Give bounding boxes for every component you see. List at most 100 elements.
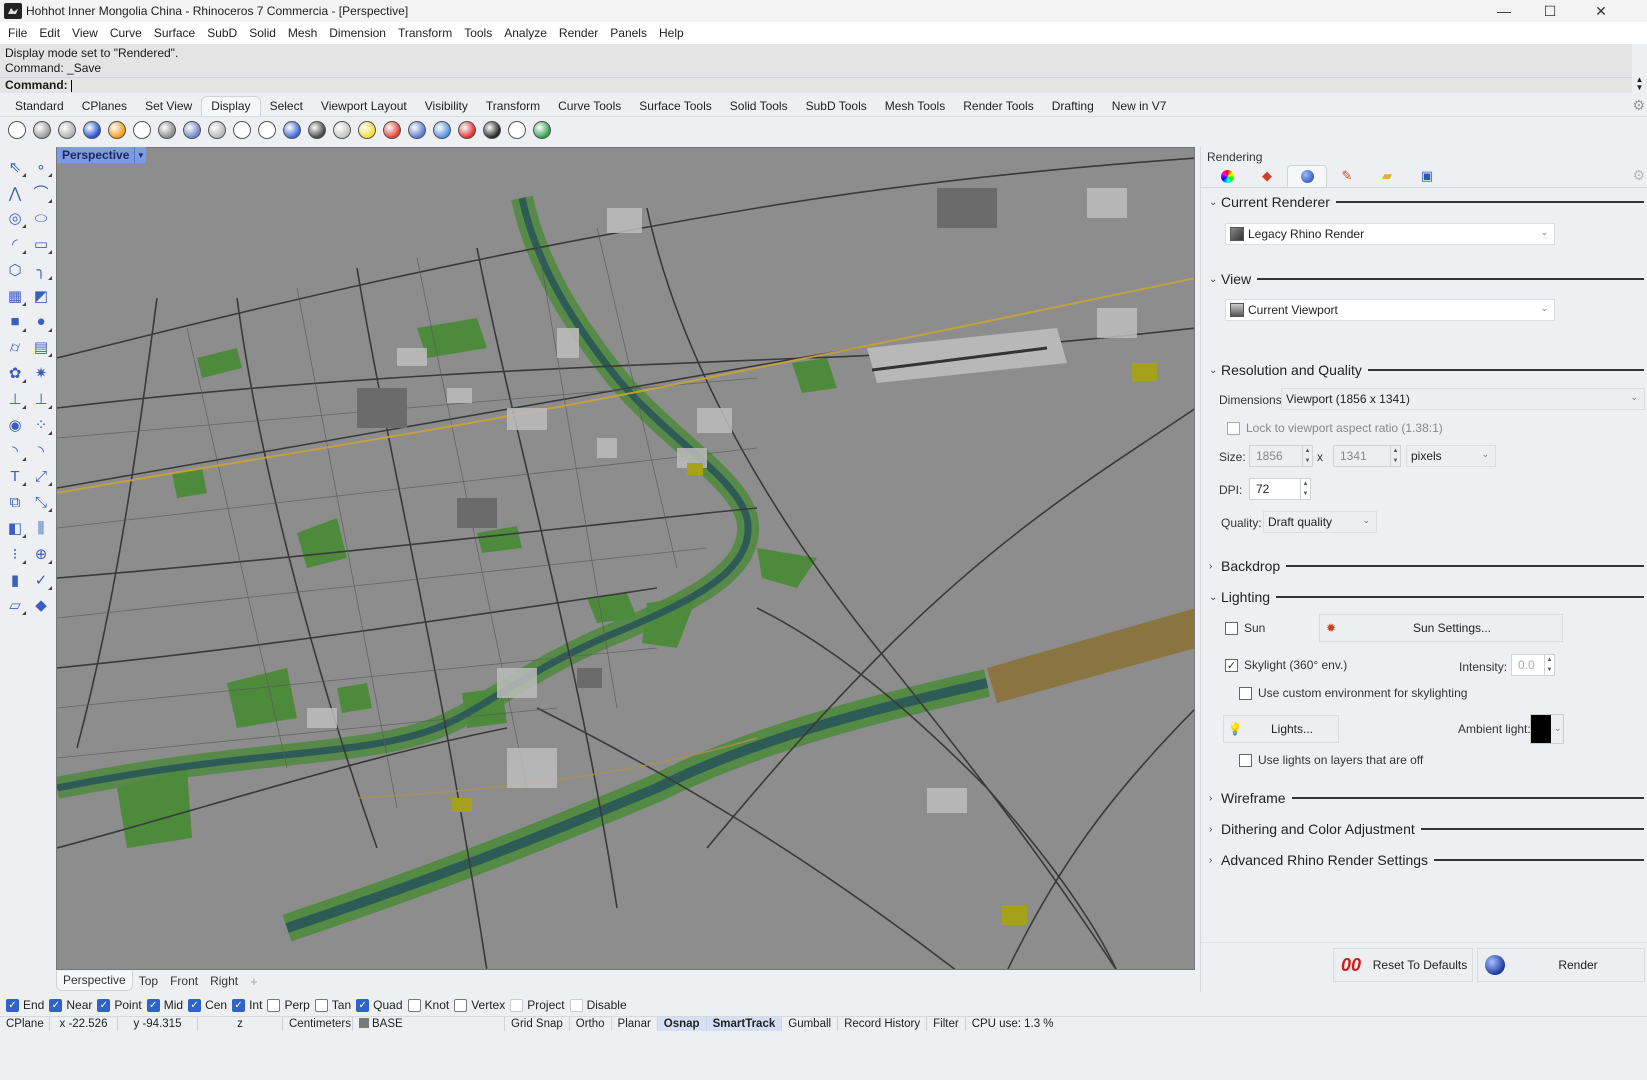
point-icon[interactable]: ∘ (28, 154, 54, 180)
block-icon[interactable]: ⧉ (2, 489, 28, 515)
viewport-menu-dropdown-icon[interactable]: ▼ (134, 147, 146, 163)
command-scroll-buttons[interactable]: ▲ ▼ (1632, 76, 1647, 94)
array-icon[interactable]: ⁝ (2, 541, 28, 567)
fillet-icon[interactable]: ◝ (2, 438, 28, 464)
sun-tool-icon[interactable]: ✎ (1327, 165, 1367, 187)
viewport-tab-front[interactable]: Front (164, 974, 204, 988)
current-layer[interactable]: BASE (353, 1016, 505, 1031)
gumball-icon[interactable]: ⊕ (28, 541, 54, 567)
panel-settings-gear-icon[interactable]: ⚙ (1632, 167, 1645, 184)
quality-dropdown[interactable]: Draft quality ⌄ (1263, 511, 1377, 533)
width-input[interactable]: 1856 ▲ ▼ (1249, 445, 1313, 467)
menu-view[interactable]: View (66, 26, 104, 40)
close-button[interactable]: ✕ (1578, 0, 1624, 22)
checkbox[interactable] (314, 998, 328, 1012)
section-advanced-render[interactable]: › Advanced Rhino Render Settings (1209, 850, 1644, 870)
toggle-record-history[interactable]: Record History (838, 1016, 928, 1031)
lights-on-off-layers-checkbox[interactable]: Use lights on layers that are off (1239, 753, 1423, 767)
toggle-smarttrack[interactable]: SmartTrack (706, 1016, 783, 1031)
wireframe-icon[interactable] (6, 119, 28, 141)
ghosted-icon[interactable] (81, 119, 103, 141)
shaded-icon[interactable] (31, 119, 53, 141)
extrude-icon[interactable]: ⫼ (28, 515, 54, 541)
xray-icon[interactable] (106, 119, 128, 141)
command-line[interactable]: Command: (0, 77, 1632, 93)
dpi-input[interactable]: 72 ▲ ▼ (1249, 478, 1311, 500)
lock-aspect-ratio-checkbox[interactable]: Lock to viewport aspect ratio (1.38:1) (1227, 421, 1443, 435)
viewport-title[interactable]: Perspective ▼ (57, 147, 147, 163)
osnap-quad[interactable]: ✓ Quad (356, 998, 403, 1012)
mesh-surface-icon[interactable]: ▤ (28, 335, 54, 361)
render-settings-icon[interactable] (1287, 165, 1327, 187)
sun-settings-button[interactable]: ✹ Sun Settings... (1319, 614, 1563, 642)
minimize-button[interactable]: — (1481, 0, 1527, 22)
osnap-knot[interactable]: Knot (407, 998, 449, 1012)
viewport-tab-perspective[interactable]: Perspective (56, 971, 133, 991)
toolbar-tab-cplanes[interactable]: CPlanes (73, 99, 136, 116)
osnap-int[interactable]: ✓ Int (232, 998, 262, 1012)
checkbox-box[interactable] (1239, 753, 1252, 767)
osnap-near[interactable]: ✓ Near (49, 998, 92, 1012)
scale-icon[interactable]: ⤡ (28, 489, 54, 515)
section-lighting[interactable]: ⌄ Lighting (1209, 587, 1644, 607)
intensity-spinner[interactable]: ▲ ▼ (1544, 655, 1554, 675)
monochrome-icon[interactable] (231, 119, 253, 141)
toolbar-tab-render-tools[interactable]: Render Tools (954, 99, 1043, 116)
osnap-project[interactable]: Project (510, 998, 565, 1012)
analyze-icon[interactable]: ▮ (2, 567, 28, 593)
lights-icon[interactable] (356, 119, 378, 141)
osnap-tan[interactable]: Tan (314, 998, 351, 1012)
toggle-filter[interactable]: Filter (927, 1016, 966, 1031)
lights-button[interactable]: 💡 Lights... (1223, 715, 1339, 743)
toolbar-tab-transform[interactable]: Transform (477, 99, 549, 116)
maximize-button[interactable]: ☐ (1527, 0, 1573, 22)
menu-file[interactable]: File (2, 26, 33, 40)
toolbar-tab-display[interactable]: Display (201, 96, 261, 116)
dpi-spinner[interactable]: ▲ ▼ (1300, 479, 1310, 499)
toggle-gumball[interactable]: Gumball (782, 1016, 839, 1031)
toolbar-tab-subd-tools[interactable]: SubD Tools (797, 99, 876, 116)
arc-icon[interactable]: ◜ (2, 231, 28, 257)
group-icon[interactable]: ◉ (2, 412, 28, 438)
checkbox[interactable] (267, 998, 281, 1012)
artistic-icon[interactable] (156, 119, 178, 141)
material-icon[interactable]: ◆ (1247, 165, 1287, 187)
color-wheel-icon[interactable] (1207, 165, 1247, 187)
raytraced-icon[interactable] (256, 119, 278, 141)
toolbar-tab-viewport-layout[interactable]: Viewport Layout (312, 99, 416, 116)
chamfer-icon[interactable]: ◝ (28, 438, 54, 464)
ellipse-icon[interactable]: ⬭ (28, 206, 54, 232)
menu-subd[interactable]: SubD (201, 26, 243, 40)
command-input[interactable] (70, 79, 72, 92)
view-dropdown[interactable]: Current Viewport ⌄ (1225, 299, 1555, 321)
select-arrow-icon[interactable]: ⇖ (2, 154, 28, 180)
toolbar-tab-solid-tools[interactable]: Solid Tools (721, 99, 797, 116)
technical-icon[interactable] (131, 119, 153, 141)
dimension-icon[interactable]: ⤢ (28, 464, 54, 490)
custom-environment-checkbox[interactable]: Use custom environment for skylighting (1239, 686, 1467, 700)
checkbox-box[interactable] (1225, 621, 1238, 635)
checkbox-box[interactable]: ✓ (1225, 658, 1238, 672)
osnap-vertex[interactable]: Vertex (454, 998, 505, 1012)
check-icon[interactable]: ✓ (28, 567, 54, 593)
checkbox-box[interactable] (1239, 686, 1252, 700)
checkbox[interactable]: ✓ (97, 998, 111, 1012)
mesh-icon[interactable]: ▱ (2, 593, 28, 619)
height-spinner[interactable]: ▲ ▼ (1390, 446, 1400, 466)
intensity-input[interactable]: 0.0 ▲ ▼ (1511, 654, 1555, 676)
render-icon[interactable]: ◆ (28, 593, 54, 619)
ambient-light-color-picker[interactable]: ⌄ (1530, 714, 1564, 744)
section-wireframe[interactable]: › Wireframe (1209, 788, 1644, 808)
sphere-icon[interactable]: ● (28, 309, 54, 335)
section-view[interactable]: ⌄ View (1209, 269, 1644, 289)
osnap-end[interactable]: ✓ End (6, 998, 44, 1012)
menu-mesh[interactable]: Mesh (282, 26, 323, 40)
toggle-planar[interactable]: Planar (612, 1016, 658, 1031)
boxes-icon[interactable] (506, 119, 528, 141)
checkbox[interactable] (454, 998, 468, 1012)
osnap-point[interactable]: ✓ Point (97, 998, 142, 1012)
skylight-checkbox[interactable]: ✓ Skylight (360° env.) (1225, 658, 1347, 672)
show-mesh-icon[interactable] (306, 119, 328, 141)
surface-from-points-icon[interactable]: ▦ (2, 283, 28, 309)
text-icon[interactable]: T (2, 464, 28, 490)
